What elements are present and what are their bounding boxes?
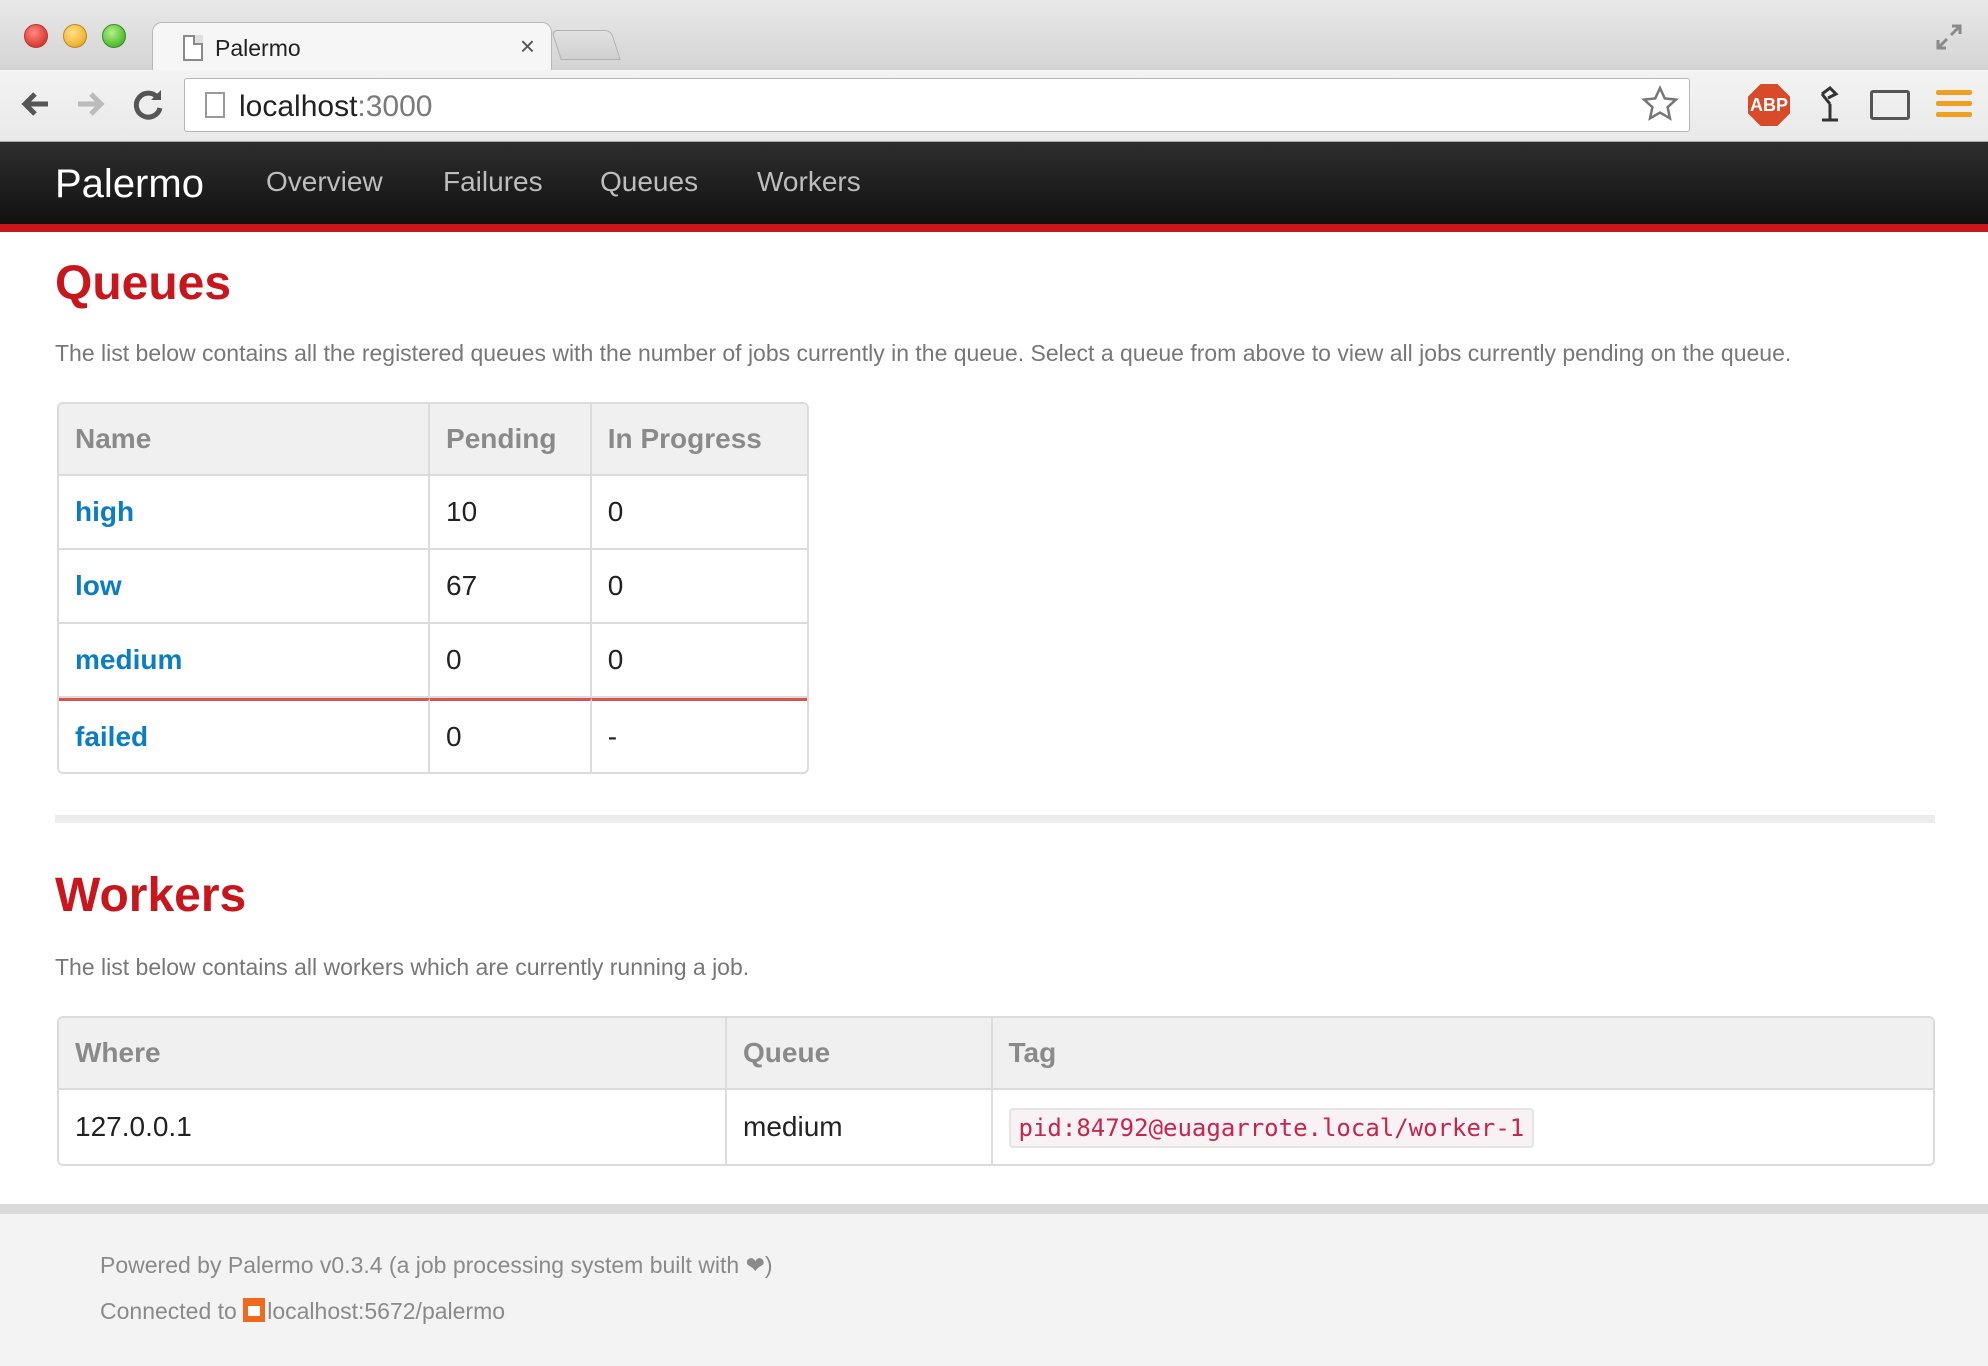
table-header-row: Where Queue Tag <box>59 1018 1933 1090</box>
reload-icon[interactable] <box>128 84 168 124</box>
page-icon <box>183 35 203 61</box>
workers-description: The list below contains all workers whic… <box>55 954 750 980</box>
connection-info: Connected to localhost:5672/palermo <box>100 1298 506 1324</box>
table-header-row: Name Pending In Progress <box>59 404 807 476</box>
connection-string: localhost:5672/palermo <box>267 1298 506 1324</box>
queue-link-high[interactable]: high <box>75 496 134 527</box>
nav-link-overview[interactable]: Overview <box>266 166 383 198</box>
in-progress-count: 0 <box>591 550 807 624</box>
section-divider <box>55 815 1935 823</box>
nav-link-queues[interactable]: Queues <box>600 166 698 198</box>
in-progress-count: - <box>591 698 807 772</box>
queue-link-medium[interactable]: medium <box>75 644 182 675</box>
adblock-icon[interactable]: ABP <box>1748 84 1790 126</box>
nav-link-failures[interactable]: Failures <box>443 166 543 198</box>
page-icon <box>205 92 225 118</box>
heart-icon: ❤ <box>745 1252 765 1278</box>
url-text[interactable]: localhost:3000 <box>239 90 432 124</box>
column-header-where[interactable]: Where <box>59 1018 728 1090</box>
column-header-in-progress[interactable]: In Progress <box>591 404 807 476</box>
queue-link-failed[interactable]: failed <box>75 721 148 752</box>
back-arrow-icon[interactable] <box>16 84 56 124</box>
worker-where: 127.0.0.1 <box>59 1090 728 1164</box>
table-row: 127.0.0.1 medium pid:84792@euagarrote.lo… <box>59 1090 1933 1164</box>
powered-by-text: Powered by Palermo v0.3.4 (a job process… <box>100 1252 773 1278</box>
table-row-failed: failed 0 - <box>59 698 807 772</box>
column-header-pending[interactable]: Pending <box>430 404 592 476</box>
table-row: medium 0 0 <box>59 624 807 698</box>
rabbitmq-icon <box>243 1298 266 1322</box>
star-icon[interactable] <box>1641 85 1679 131</box>
fullscreen-icon[interactable] <box>1934 22 1964 52</box>
address-bar[interactable]: localhost:3000 <box>184 78 1690 132</box>
browser-toolbar: localhost:3000 ABP <box>0 70 1988 142</box>
column-header-name[interactable]: Name <box>59 404 431 476</box>
cast-icon[interactable] <box>1870 90 1910 120</box>
close-tab-icon[interactable]: × <box>520 31 535 61</box>
queues-table: Name Pending In Progress high 10 0 low 6… <box>57 402 809 774</box>
nav-link-workers[interactable]: Workers <box>757 166 861 198</box>
brand-logo[interactable]: Palermo <box>55 162 204 207</box>
footer: Powered by Palermo v0.3.4 (a job process… <box>0 1204 1988 1366</box>
browser-tab-bar: Palermo × <box>0 0 1988 72</box>
zoom-window-button[interactable] <box>102 24 126 48</box>
tab-title: Palermo <box>215 35 301 61</box>
chrome-menu-icon[interactable] <box>1936 90 1972 122</box>
app-navbar: Palermo Overview Failures Queues Workers <box>0 142 1988 232</box>
worker-tag: pid:84792@euagarrote.local/worker-1 <box>1008 1108 1535 1148</box>
queues-title: Queues <box>55 257 232 310</box>
new-tab-button[interactable] <box>551 30 621 60</box>
column-header-queue[interactable]: Queue <box>727 1018 993 1090</box>
workers-table: Where Queue Tag 127.0.0.1 medium pid:847… <box>57 1016 1935 1166</box>
pending-count: 0 <box>430 624 592 698</box>
in-progress-count: 0 <box>591 624 807 698</box>
in-progress-count: 0 <box>591 476 807 550</box>
forward-arrow-icon[interactable] <box>70 84 110 124</box>
column-header-tag[interactable]: Tag <box>992 1018 1933 1090</box>
worker-queue: medium <box>727 1090 993 1164</box>
queues-description: The list below contains all the register… <box>55 340 1792 366</box>
table-row: low 67 0 <box>59 550 807 624</box>
lamp-icon[interactable] <box>1808 84 1850 126</box>
minimize-window-button[interactable] <box>63 24 87 48</box>
table-row: high 10 0 <box>59 476 807 550</box>
browser-tab[interactable]: Palermo × <box>152 22 552 72</box>
pending-count: 67 <box>430 550 592 624</box>
close-window-button[interactable] <box>24 24 48 48</box>
queue-link-low[interactable]: low <box>75 570 122 601</box>
pending-count: 10 <box>430 476 592 550</box>
workers-title: Workers <box>55 869 247 922</box>
pending-count: 0 <box>430 698 592 772</box>
